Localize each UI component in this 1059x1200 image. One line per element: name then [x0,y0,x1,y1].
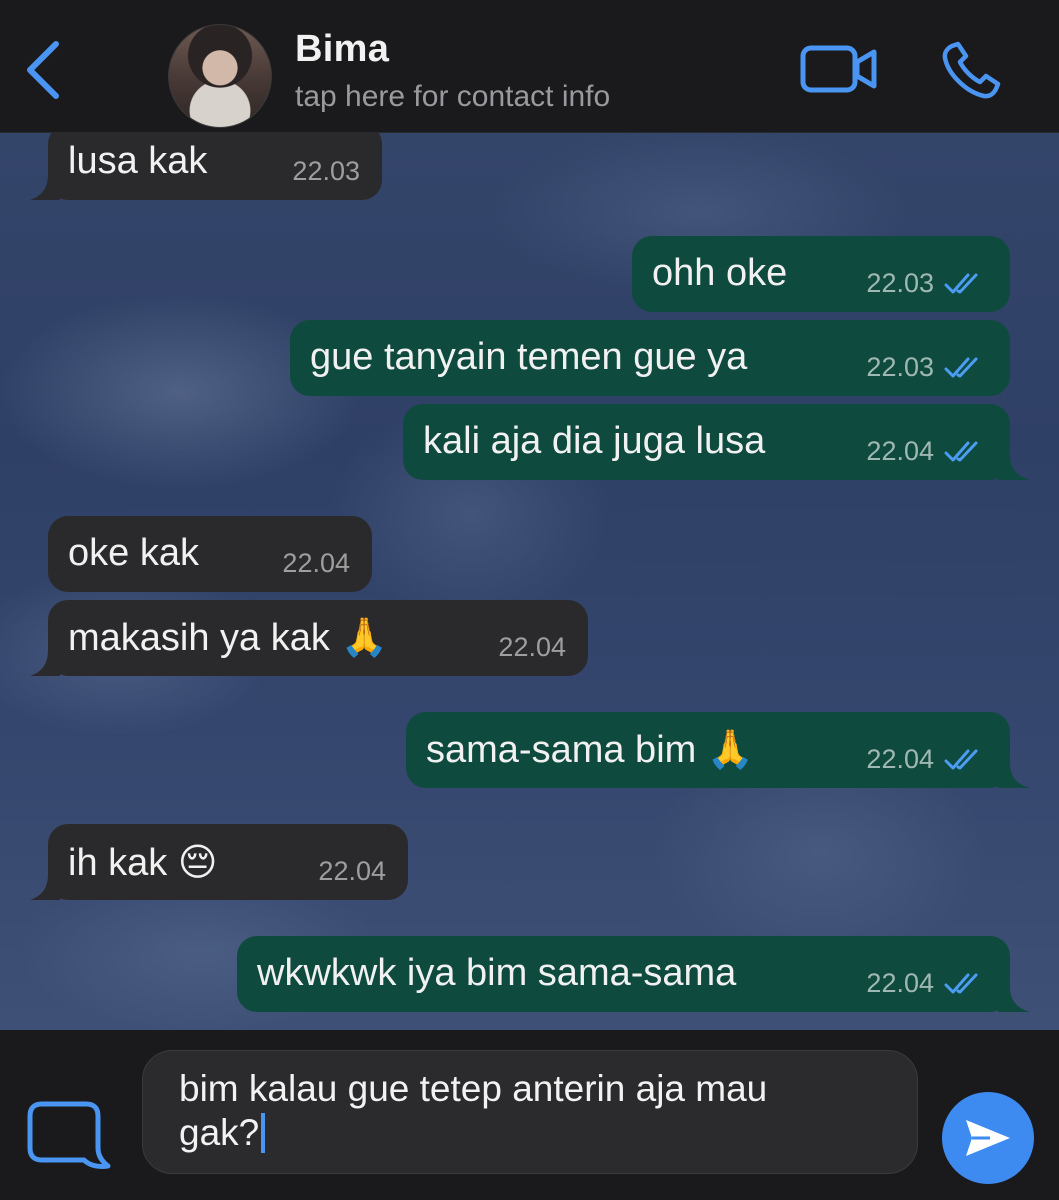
contact-info-hint[interactable]: tap here for contact info [295,80,610,114]
composer-bar: bim kalau gue tetep anterin aja mau gak? [0,1030,1059,1200]
back-button[interactable] [22,38,66,102]
read-receipt-icon [944,749,978,770]
message-input-text: bim kalau gue tetep anterin aja mau gak? [179,1068,768,1153]
send-button[interactable] [942,1092,1034,1184]
attach-button[interactable] [26,1100,112,1176]
voice-call-button[interactable] [940,40,1006,102]
message-time: 22.03 [292,156,360,186]
avatar[interactable] [168,24,272,128]
message-time: 22.04 [866,968,934,998]
message-bubble-incoming[interactable]: ih kak 😔 22.04 [30,824,408,900]
read-receipt-icon [944,273,978,294]
message-time: 22.04 [866,436,934,466]
message-bubble-outgoing[interactable]: kali aja dia juga lusa 22.04 [403,404,1030,480]
read-receipt-icon [944,357,978,378]
text-caret [261,1113,266,1153]
message-bubble-outgoing[interactable]: gue tanyain temen gue ya 22.03 [290,320,1010,396]
phone-icon [942,41,1001,99]
message-time: 22.04 [498,632,566,662]
bubble-tail [30,870,60,900]
message-bubble-incoming[interactable]: makasih ya kak 🙏 22.04 [30,600,588,676]
message-bubble-outgoing[interactable]: ohh oke 22.03 [632,236,1010,312]
message-text: ih kak 😔 [68,842,218,884]
message-bubble-outgoing[interactable]: wkwkwk iya bim sama-sama 22.04 [237,936,1030,1012]
chevron-left-icon [27,41,59,99]
video-camera-icon [800,45,877,93]
message-bubble-incoming[interactable]: oke kak 22.04 [48,516,372,592]
message-text: gue tanyain temen gue ya [310,336,748,378]
message-input[interactable]: bim kalau gue tetep anterin aja mau gak? [142,1050,918,1174]
message-time: 22.04 [282,548,350,578]
bubble-tail [30,646,60,676]
message-text: lusa kak [68,140,208,182]
bubble-tail [30,170,60,200]
message-text: wkwkwk iya bim sama-sama [257,952,737,994]
message-text: kali aja dia juga lusa [423,420,766,462]
message-text: makasih ya kak 🙏 [68,617,388,659]
bubble-tail [998,758,1030,788]
message-bubble-incoming[interactable]: lusa kak 22.03 [30,132,382,200]
message-time: 22.03 [866,268,934,298]
message-time: 22.04 [866,744,934,774]
read-receipt-icon [944,973,978,994]
message-list[interactable]: lusa kak 22.03 ohh oke 22.03 gue tanyain… [0,132,1059,1030]
bubble-tail [998,450,1030,480]
chat-screen: Bima tap here for contact info lusa kak … [0,0,1059,1200]
message-time: 22.04 [318,856,386,886]
attachment-icon [27,1101,111,1169]
read-receipt-icon [944,441,978,462]
bubble-tail [998,982,1030,1012]
chat-header: Bima tap here for contact info [0,0,1059,133]
message-time: 22.03 [866,352,934,382]
send-icon [966,1120,1010,1156]
message-text: ohh oke [652,252,788,294]
message-text: sama-sama bim 🙏 [426,729,755,771]
contact-name[interactable]: Bima [295,28,389,71]
message-text: oke kak [68,532,199,574]
message-bubble-outgoing[interactable]: sama-sama bim 🙏 22.04 [406,712,1030,788]
video-call-button[interactable] [800,44,878,94]
